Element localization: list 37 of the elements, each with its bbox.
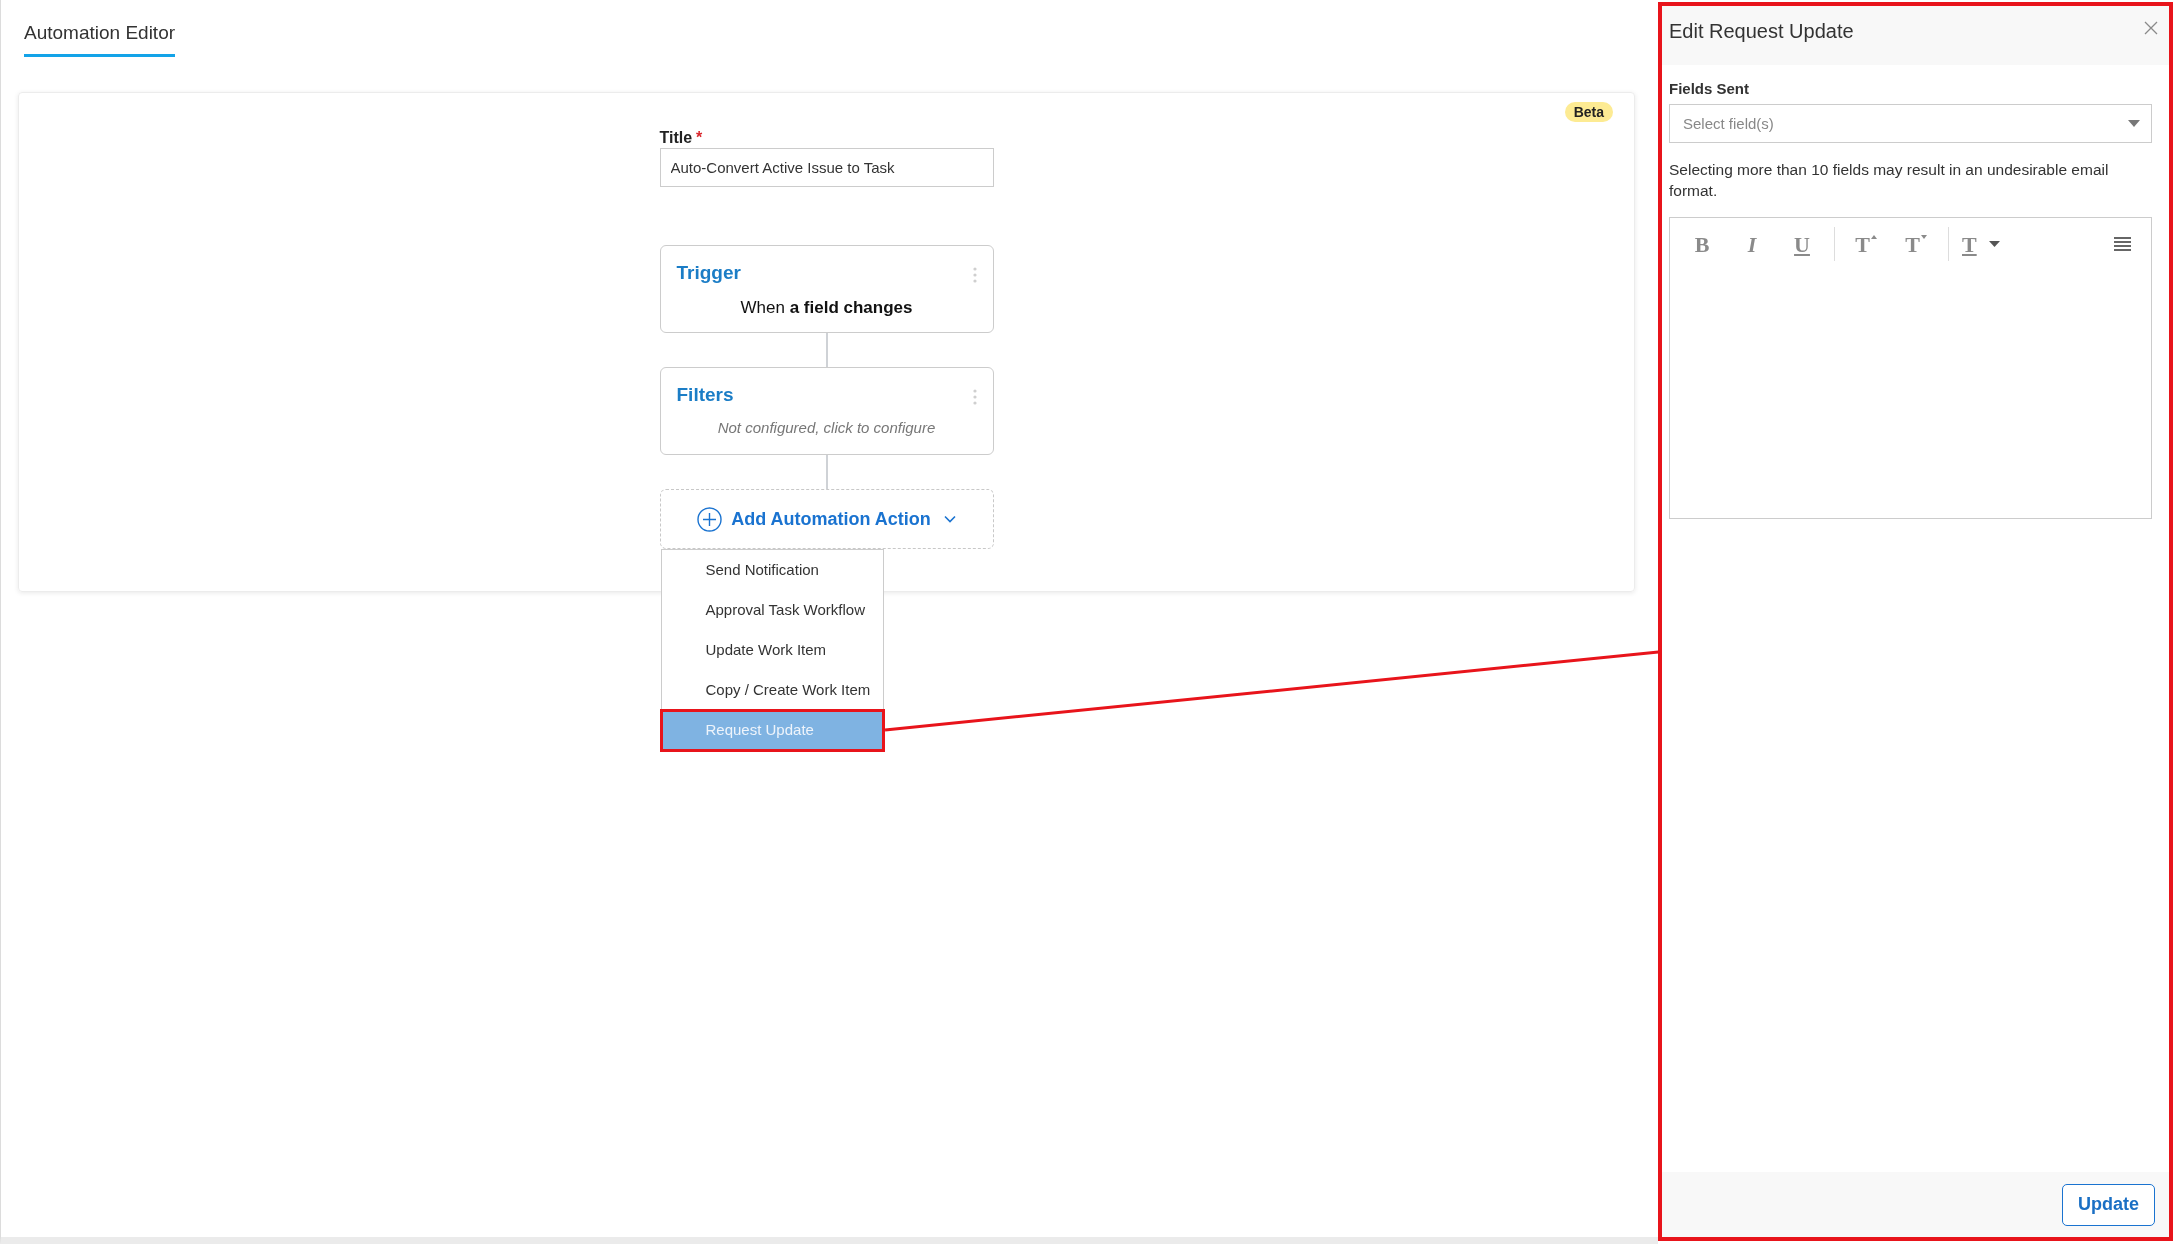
add-action-button[interactable]: Add Automation Action (691, 501, 962, 537)
caret-down-icon (1988, 241, 2000, 247)
step-card[interactable]: Filters Not configured, click to configure (659, 367, 994, 455)
font-size-up-button[interactable]: T (1848, 227, 1884, 261)
tab[interactable]: Automation Editor (24, 21, 176, 57)
help-text: Selecting more than 10 fields may result in an undesirable email format. (1669, 160, 2110, 201)
step-card[interactable]: Trigger When a field changes (659, 245, 994, 333)
align-lines-icon (2113, 237, 2131, 251)
beta-badge: Beta (1564, 102, 1613, 122)
title-input[interactable]: Auto-Convert Active Issue to Task (659, 148, 994, 187)
underline-button[interactable]: U (1784, 227, 1820, 261)
fields-select[interactable]: Select field(s) (1669, 104, 2152, 143)
node-description: When a field changes (739, 297, 914, 319)
italic-button[interactable]: I (1734, 227, 1770, 261)
text-style-button[interactable]: T (1962, 227, 2000, 261)
update-button[interactable]: Update (2062, 1183, 2155, 1226)
small-triangle-up-icon (1870, 235, 1877, 239)
font-size-down-button[interactable]: T (1898, 227, 1934, 261)
plus-circle-icon (697, 506, 723, 532)
close-button[interactable] (2143, 20, 2159, 36)
panel-title: Edit Request Update (1669, 19, 1854, 44)
node-description: Not configured, click to configure (716, 418, 937, 438)
node-heading: Filters (676, 383, 734, 407)
connector-line (825, 333, 828, 367)
text-editor[interactable]: B I U T T T (1669, 217, 2152, 519)
kebab-icon (972, 389, 977, 405)
small-triangle-down-icon (1920, 235, 1927, 239)
connector-line (825, 455, 828, 489)
required-mark: * (696, 129, 703, 146)
node-heading: Trigger (676, 261, 741, 285)
chevron-down-icon (943, 515, 956, 523)
field-label: Title (659, 129, 693, 146)
caret-down-icon (2128, 120, 2140, 127)
bold-button[interactable]: B (1684, 227, 1720, 261)
close-icon (2143, 20, 2159, 36)
kebab-icon (972, 267, 977, 283)
field-label: Fields Sent (1669, 79, 1751, 99)
